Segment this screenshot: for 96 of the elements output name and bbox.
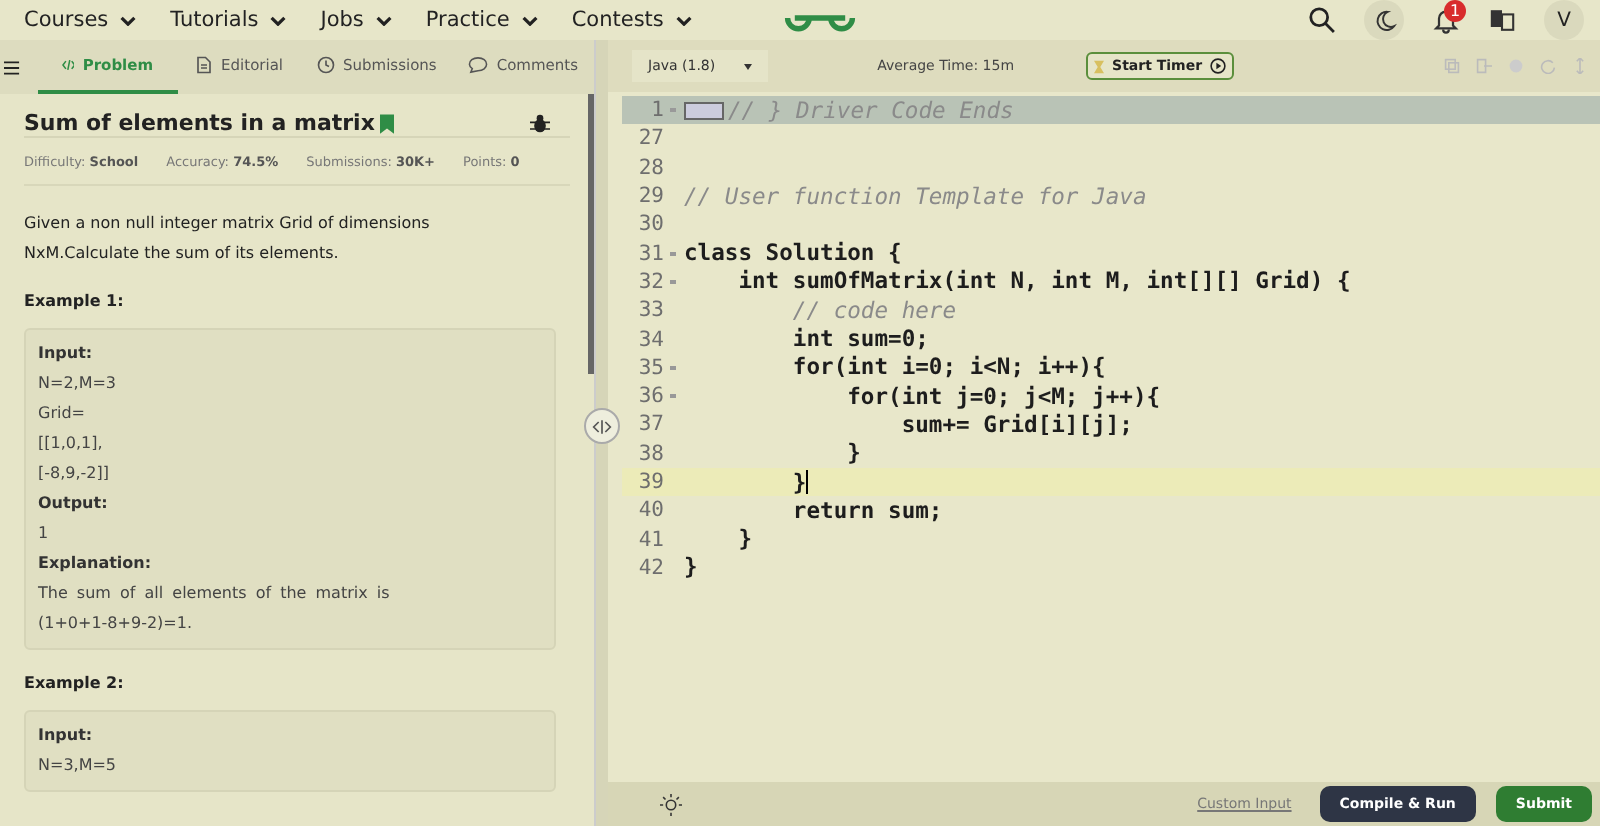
problem-title: Sum of elements in a matrix [24,110,375,136]
editor-line[interactable]: 35 for(int i=0; i<N; i++){ [622,353,1600,382]
example-text: Grid= [38,402,87,426]
editor-line[interactable]: 41 } [622,524,1600,554]
chevron-down-icon [521,15,538,25]
editor-line[interactable]: 28 [622,153,1600,182]
code-text: } [684,554,698,581]
line-number: 37 [638,412,664,437]
nav-menu[interactable]: Tutorials [170,8,287,32]
editor-line[interactable]: 38 } [622,439,1600,468]
chevron-down-icon [675,15,692,25]
editor-line[interactable]: 29 // User function Template for Java [622,181,1600,211]
line-number: 35 [638,355,664,380]
fold-icon[interactable] [669,365,675,370]
chat-bubble-icon [468,56,489,74]
example-heading: Example 2: [24,674,126,692]
editor-line[interactable]: 27 [622,124,1600,154]
hourglass-icon [1094,59,1105,73]
code-text: for(int i=0; i<N; i++){ [790,354,1106,381]
example-heading: Example 1: [24,292,126,310]
theme-toggle[interactable] [1364,0,1404,40]
user-avatar[interactable]: V [1544,0,1584,40]
code-text: for(int j=0; j<M; j++){ [845,383,1161,410]
example-text: N=2,M=3 [38,372,119,396]
editor-line[interactable]: 32 int sumOfMatrix(int N, int M, int[][] Grid) { [622,267,1600,297]
resize-arrows-icon [592,419,612,433]
line-number: 42 [638,555,664,580]
example-label: Explanation: [38,552,154,576]
fold-icon[interactable] [669,251,675,256]
nav-menu[interactable]: Practice [425,8,538,32]
code-text: class Solution { [684,240,902,267]
example-text: 1 [38,522,51,546]
line-number: 38 [638,441,664,466]
text-cursor [806,470,809,494]
editor-line[interactable]: 40 return sum; [622,496,1600,525]
menu-icon[interactable] [4,55,20,79]
lightbulb-icon[interactable] [660,793,682,815]
editor-line[interactable]: 31 class Solution { [622,238,1600,268]
code-text: sum+= Grid[i][j]; [899,411,1133,438]
code-comment: // code here [790,297,957,324]
example-text: N=3,M=5 [38,754,119,778]
chevron-down-icon [120,15,137,25]
line-number: 33 [638,298,664,323]
fold-icon[interactable] [669,279,675,284]
line-number: 32 [638,269,664,294]
search-icon[interactable] [1308,6,1336,34]
code-editor[interactable] [608,92,1600,782]
example-text: [[1,0,1], [38,432,105,456]
notification-badge: 1 [1444,0,1466,22]
editor-line[interactable]: 36 for(int j=0; j<M; j++){ [622,381,1600,411]
translate-icon[interactable] [1488,6,1516,34]
bell-icon[interactable] [1432,6,1460,34]
line-number: 36 [638,384,664,409]
editor-line[interactable]: 42 } [622,553,1600,583]
example-label: Input: [38,342,95,366]
code-text: return sum; [790,497,943,524]
code-text: int sumOfMatrix(int N, int M, int[][] Grid) { [736,268,1351,295]
line-number: 40 [638,498,664,523]
line-number: 30 [638,212,664,237]
code-text: int sum=0; [790,326,929,353]
code-text: } [845,440,861,467]
example-text: [-8,9,-2]] [38,462,111,486]
clock-icon [315,56,336,74]
code-comment: // } Driver Code Ends [728,97,1014,124]
fold-icon[interactable] [669,394,675,399]
chevron-down-icon [375,15,392,25]
code-comment: // User function Template for Java [684,183,1147,210]
code-text: } [736,526,753,553]
chevron-down-icon [270,15,287,25]
line-number: 41 [638,527,664,552]
editor-line[interactable]: 34 int sum=0; [622,324,1600,354]
editor-line[interactable]: 33 // code here [622,296,1600,325]
nav-menu[interactable]: Contests [571,8,692,32]
problem-description: Given a non null integer matrix Grid of dimensions NxM.Calculate the sum of its elements. [24,212,432,266]
editor-line[interactable]: 30 [622,210,1600,239]
moon-icon [1371,7,1397,33]
code-text: } [790,469,807,495]
line-number: 27 [638,126,664,151]
document-icon [193,56,214,74]
bookmark-icon[interactable] [380,113,395,133]
line-number: 29 [638,184,664,209]
collapsed-code-marker[interactable] [684,101,724,120]
example-label: Input: [38,724,95,748]
play-icon [1210,58,1227,74]
line-number: 34 [638,327,664,352]
line-number: 1 [651,98,664,123]
code-icon [61,56,75,74]
example-text: The sum of all elements of the matrix is (1+0+1-8+9-2)=1. [38,582,392,636]
example-label: Output: [38,492,110,516]
line-number: 31 [638,241,664,266]
line-number: 39 [638,470,664,494]
editor-line[interactable]: 37 sum+= Grid[i][j]; [622,410,1600,440]
line-number: 28 [638,155,664,180]
nav-menu[interactable]: Jobs [320,8,392,32]
bug-icon[interactable] [530,113,550,133]
nav-menu[interactable]: Courses [24,8,137,32]
